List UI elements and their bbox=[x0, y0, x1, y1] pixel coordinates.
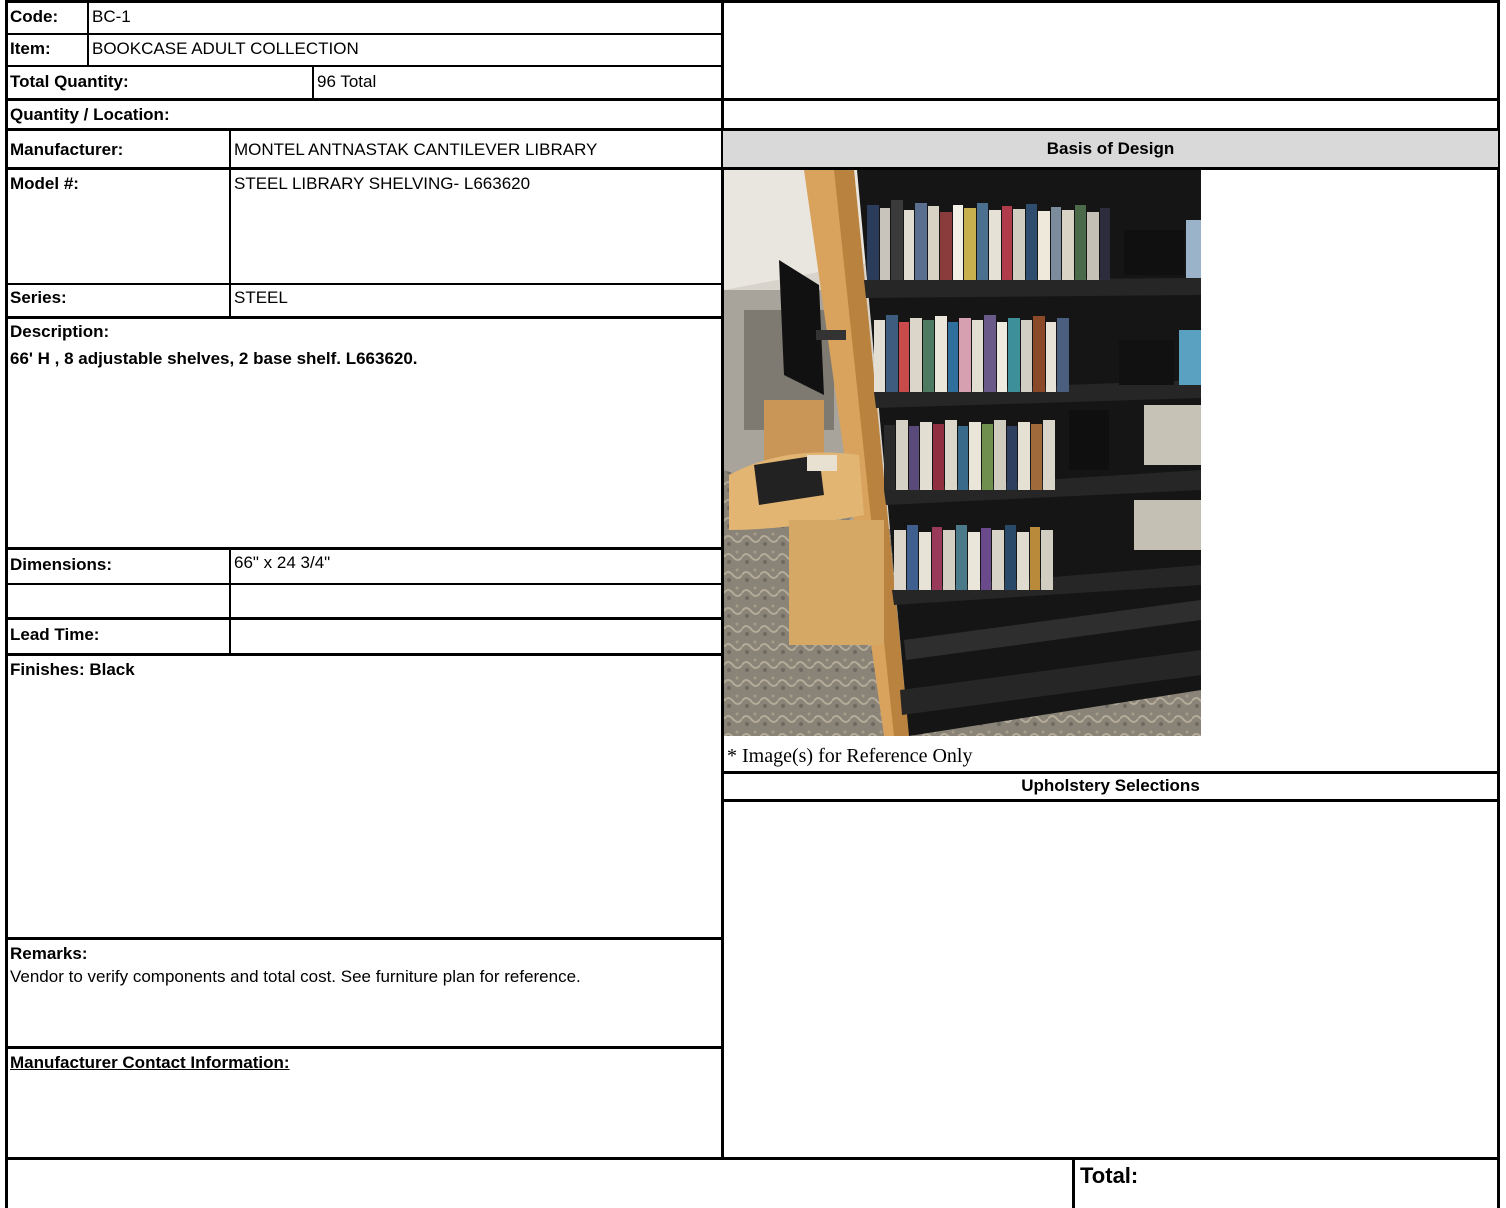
manufacturer-label: Manufacturer: bbox=[10, 140, 124, 159]
manufacturer-value: MONTEL ANTNASTAK CANTILEVER LIBRARY bbox=[234, 140, 598, 159]
dimensions-label: Dimensions: bbox=[10, 555, 113, 574]
remarks-label: Remarks: bbox=[10, 944, 88, 963]
image-note: * Image(s) for Reference Only bbox=[727, 745, 973, 767]
lead-time-label: Lead Time: bbox=[10, 625, 100, 644]
contact-label: Manufacturer Contact Information: bbox=[10, 1053, 290, 1072]
description-value: 66' H , 8 adjustable shelves, 2 base she… bbox=[10, 349, 418, 368]
basis-of-design-title: Basis of Design bbox=[1046, 139, 1175, 158]
quantity-location-label: Quantity / Location: bbox=[10, 105, 170, 124]
total-quantity-label: Total Quantity: bbox=[10, 72, 129, 91]
code-label: Code: bbox=[10, 7, 59, 26]
upholstery-title: Upholstery Selections bbox=[1021, 776, 1200, 795]
item-value: BOOKCASE ADULT COLLECTION bbox=[92, 39, 359, 58]
product-photo bbox=[724, 170, 1201, 736]
dimensions-value: 66" x 24 3/4" bbox=[234, 553, 331, 572]
item-label: Item: bbox=[10, 39, 51, 58]
series-value: STEEL bbox=[234, 288, 288, 307]
series-label: Series: bbox=[10, 288, 67, 307]
remarks-value: Vendor to verify components and total co… bbox=[10, 967, 581, 986]
model-value: STEEL LIBRARY SHELVING- L663620 bbox=[234, 174, 531, 193]
total-label: Total: bbox=[1080, 1163, 1139, 1188]
model-label: Model #: bbox=[10, 174, 79, 193]
description-label: Description: bbox=[10, 322, 110, 341]
total-quantity-value: 96 Total bbox=[317, 72, 377, 91]
code-value: BC-1 bbox=[92, 7, 131, 26]
finishes-text: Finishes: Black bbox=[10, 660, 135, 679]
